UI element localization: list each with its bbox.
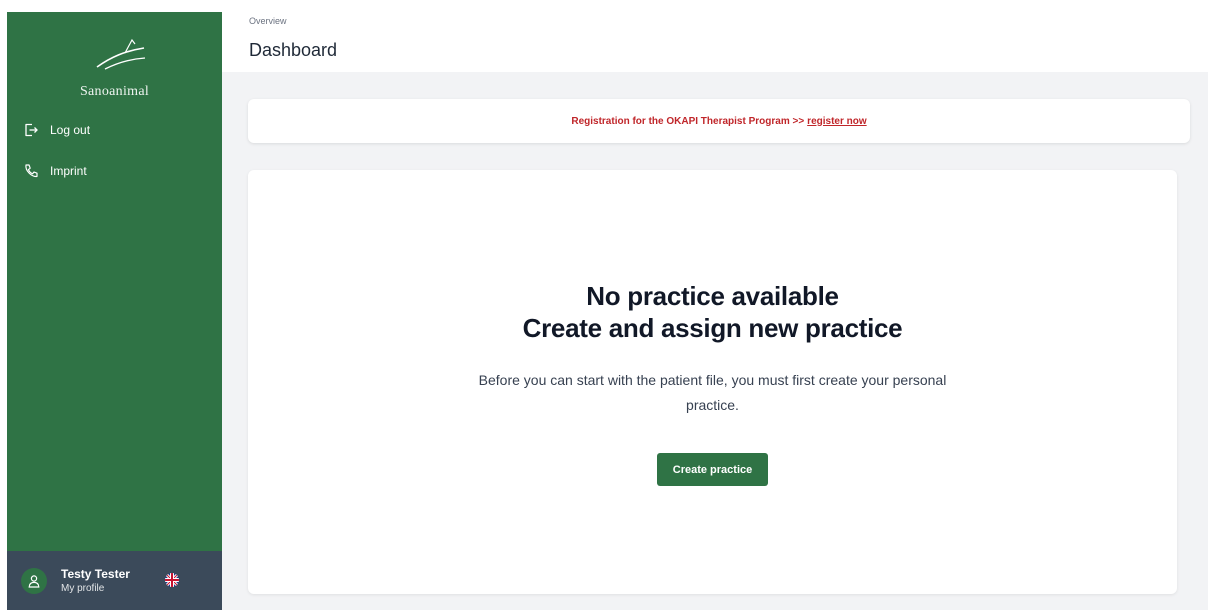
sidebar-item-imprint[interactable]: Imprint xyxy=(7,161,222,181)
log-out-icon xyxy=(23,122,39,138)
page-header: Overview Dashboard xyxy=(222,0,1208,72)
breadcrumb[interactable]: Overview xyxy=(249,16,287,26)
profile-bar[interactable]: Testy Tester My profile xyxy=(7,551,222,610)
sanoanimal-logo-icon xyxy=(96,38,146,70)
banner-text: Registration for the OKAPI Therapist Pro… xyxy=(571,115,805,127)
register-now-link[interactable]: register now xyxy=(807,116,866,127)
uk-flag-icon[interactable] xyxy=(165,573,179,587)
main-content: Registration for the OKAPI Therapist Pro… xyxy=(222,72,1208,610)
sidebar-item-log-out[interactable]: Log out xyxy=(7,120,222,140)
empty-state-title-line1: No practice available xyxy=(586,281,839,311)
page-title: Dashboard xyxy=(249,40,338,60)
profile-link[interactable]: My profile xyxy=(61,582,130,595)
brand-name: Sanoanimal xyxy=(79,84,150,99)
brand-logo[interactable]: Sanoanimal xyxy=(7,24,222,99)
user-icon xyxy=(28,574,40,588)
avatar xyxy=(21,567,47,594)
empty-state-title-line2: Create and assign new practice xyxy=(522,313,903,343)
sidebar-nav: Log out Imprint xyxy=(7,120,222,202)
sidebar-item-label: Log out xyxy=(50,123,91,137)
sidebar: Sanoanimal Log out Imprint Testy Tester … xyxy=(7,12,222,610)
phone-icon xyxy=(23,163,39,179)
empty-state-description: Before you can start with the patient fi… xyxy=(478,372,947,413)
create-practice-button[interactable]: Create practice xyxy=(657,453,768,486)
registration-banner: Registration for the OKAPI Therapist Pro… xyxy=(248,99,1190,143)
profile-text: Testy Tester My profile xyxy=(61,567,130,595)
empty-state-title: No practice available Create and assign … xyxy=(248,280,1177,344)
sidebar-item-label: Imprint xyxy=(50,164,87,178)
profile-name: Testy Tester xyxy=(61,566,130,581)
empty-state-card: No practice available Create and assign … xyxy=(248,170,1177,594)
